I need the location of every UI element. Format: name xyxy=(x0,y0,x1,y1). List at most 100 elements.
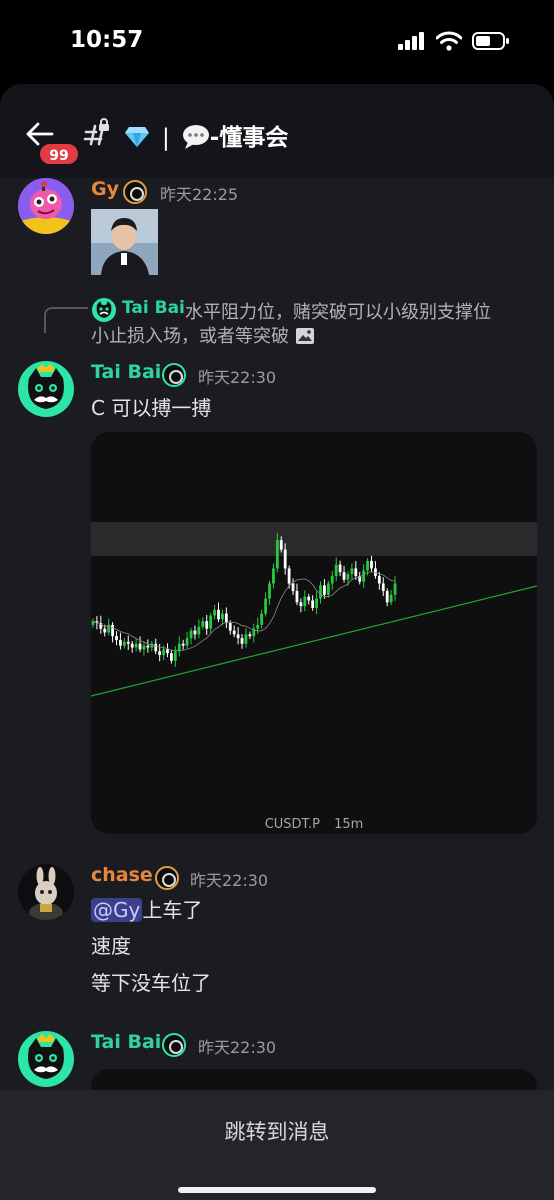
candle-down xyxy=(248,634,252,637)
candle-down xyxy=(311,600,315,608)
candle-up xyxy=(122,641,126,646)
role-badge-icon xyxy=(123,180,147,204)
candle-down xyxy=(370,560,373,569)
avatar-gy[interactable] xyxy=(18,178,74,234)
channel-header: 99 | -懂事会 xyxy=(0,84,554,178)
candle-up xyxy=(142,645,146,650)
battery-icon xyxy=(472,32,509,50)
message-text[interactable]: 速度 xyxy=(91,930,131,959)
candle-up xyxy=(268,583,271,599)
candle-up xyxy=(264,598,267,614)
candle-up xyxy=(303,596,307,607)
reply-avatar xyxy=(92,298,116,322)
message-text[interactable]: @Gy 上车了 xyxy=(91,894,202,923)
reply-text-line1[interactable]: 水平阻力位，赌突破可以小级别支撑位 xyxy=(185,298,491,324)
candle-up xyxy=(393,583,397,595)
candle-down xyxy=(224,613,228,624)
candle-down xyxy=(138,643,142,650)
role-badge-icon xyxy=(162,1033,186,1057)
candle-down xyxy=(126,641,130,644)
candle-down xyxy=(307,596,311,601)
candle-down xyxy=(279,540,283,550)
candle-down xyxy=(240,638,244,644)
candle-down xyxy=(115,636,118,640)
username-tai-bai[interactable]: Tai Bai xyxy=(91,1031,161,1053)
cellular-signal-icon xyxy=(398,32,424,50)
timestamp: 昨天22:25 xyxy=(160,185,239,204)
candle-down xyxy=(338,564,342,573)
candle-up xyxy=(221,613,224,620)
candle-down xyxy=(103,628,107,633)
candle-up xyxy=(272,568,275,584)
candle-up xyxy=(185,638,189,646)
candle-up xyxy=(362,570,366,582)
username-gy[interactable]: Gy xyxy=(91,178,119,200)
candle-up xyxy=(319,585,322,599)
reply-text-line2[interactable]: 小止损入场，或者等突破 xyxy=(91,322,315,348)
status-icons xyxy=(398,31,510,51)
unread-badge: 99 xyxy=(38,142,80,166)
avatar-tai-bai[interactable] xyxy=(18,1031,74,1087)
reply-text-line2-label: 小止损入场，或者等突破 xyxy=(91,326,289,347)
avatar-chase[interactable] xyxy=(18,864,74,920)
candle-up xyxy=(275,540,279,569)
chat-screen: 99 | -懂事会 Gy 昨天22:25 Tai Bai 水平阻力位，赌突破可以… xyxy=(0,84,554,1200)
candle-down xyxy=(205,621,209,629)
timestamp: 昨天22:30 xyxy=(190,871,269,890)
candle-up xyxy=(162,649,165,656)
username-chase[interactable]: chase xyxy=(91,864,153,886)
candle-down xyxy=(283,549,287,569)
user-mention[interactable]: @Gy xyxy=(91,898,143,922)
username-tai-bai[interactable]: Tai Bai xyxy=(91,361,161,383)
candle-up xyxy=(201,621,205,627)
candle-down xyxy=(381,583,385,592)
candle-down xyxy=(287,568,291,584)
candle-down xyxy=(119,639,122,646)
candle-down xyxy=(377,575,381,584)
candle-down xyxy=(146,645,150,648)
message-text[interactable]: C 可以搏一搏 xyxy=(91,392,211,421)
message-text[interactable]: 等下没车位了 xyxy=(91,967,211,996)
chart-symbol: CUSDT.P xyxy=(264,817,320,832)
candle-down xyxy=(236,634,240,639)
candle-down xyxy=(154,643,158,652)
chart-interval: 15m xyxy=(334,817,364,832)
photo-attachment[interactable] xyxy=(91,209,158,275)
status-time: 10:57 xyxy=(70,27,144,53)
speech-bubble-emoji-icon xyxy=(182,125,209,149)
reply-username[interactable]: Tai Bai xyxy=(122,298,185,318)
candle-up xyxy=(315,598,318,608)
moving-average-line xyxy=(92,571,396,652)
candlestick-chart xyxy=(91,522,537,697)
channel-name: -懂事会 xyxy=(209,125,289,151)
timestamp: 昨天22:30 xyxy=(198,368,277,387)
candle-up xyxy=(334,564,338,576)
channel-title: | -懂事会 xyxy=(124,118,288,152)
candle-up xyxy=(366,560,369,571)
candle-up xyxy=(213,609,216,616)
message-list[interactable]: Gy 昨天22:25 Tai Bai 水平阻力位，赌突破可以小级别支撑位 小止损… xyxy=(0,178,554,1129)
chart-image[interactable]: CUSDT.P 15m xyxy=(91,432,537,834)
private-channel-icon xyxy=(83,118,109,146)
avatar-tai-bai[interactable] xyxy=(18,361,74,417)
image-icon xyxy=(295,328,314,344)
candle-up xyxy=(244,634,248,644)
candle-down xyxy=(342,572,346,580)
candle-down xyxy=(291,583,295,592)
role-badge-icon xyxy=(162,363,186,387)
candle-up xyxy=(134,643,138,648)
candle-down xyxy=(181,643,185,646)
candle-up xyxy=(197,626,201,635)
candle-down xyxy=(354,568,358,576)
jump-to-message-bar[interactable]: 跳转到消息 xyxy=(0,1090,554,1200)
home-indicator xyxy=(178,1187,376,1193)
candle-down xyxy=(295,591,299,603)
jump-to-message-button[interactable]: 跳转到消息 xyxy=(0,1116,554,1146)
candle-up xyxy=(189,630,193,639)
candle-down xyxy=(232,630,236,635)
candle-down xyxy=(166,649,169,654)
candle-down xyxy=(385,591,389,603)
candle-up xyxy=(330,575,334,584)
candle-up xyxy=(346,574,350,580)
candle-down xyxy=(130,643,134,648)
